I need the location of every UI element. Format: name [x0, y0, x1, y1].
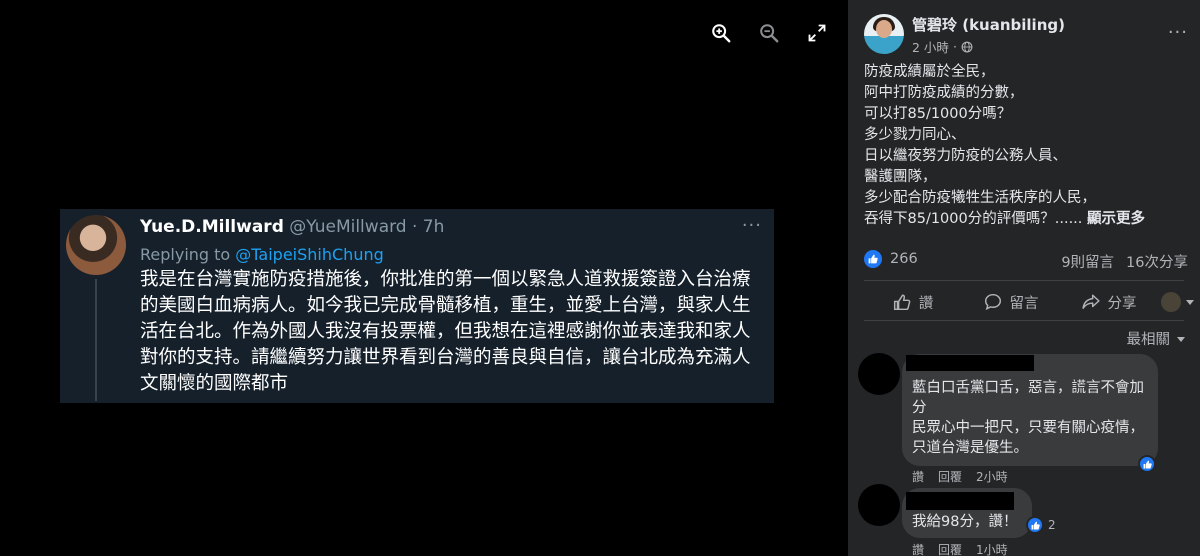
- post-line: 阿中打防疫成績的分數，: [864, 85, 1024, 101]
- comment-text: 藍白口舌黨口舌，惡言，謊言不會加分 民眾心中一把尺，只要有關心疫情，只道台灣是優…: [912, 380, 1144, 456]
- post-panel: 管碧玲 (kuanbiling) 2 小時 · ··· 防疫成績屬於全民， 阿中…: [848, 0, 1200, 556]
- post-line: 防疫成績屬於全民，: [864, 64, 995, 80]
- comment-time[interactable]: 2小時: [976, 468, 1008, 485]
- tweet-author-name: Yue.D.Millward: [140, 217, 284, 237]
- zoom-out-button[interactable]: [756, 20, 782, 46]
- tweet-more-icon: ···: [741, 215, 762, 236]
- comment-reply-link[interactable]: 回覆: [938, 541, 962, 556]
- replying-mention: @TaipeiShihChung: [235, 245, 384, 264]
- commenter-avatar[interactable]: [858, 353, 900, 395]
- comment-like-link[interactable]: 讚: [912, 468, 924, 485]
- reaction-profile-selector[interactable]: [1158, 288, 1198, 316]
- comment-label: 留言: [1009, 295, 1039, 312]
- post-actions: 讚 留言 分享: [864, 288, 1198, 316]
- tweet-screenshot: Yue.D.Millward @YueMillward · 7h ··· Rep…: [60, 209, 774, 403]
- post-line: 吞得下85/1000分的評價嗎？......: [864, 211, 1083, 227]
- thumbs-up-icon: [893, 294, 911, 311]
- replying-prefix: Replying to: [140, 245, 236, 264]
- poster-name[interactable]: 管碧玲 (kuanbiling): [912, 14, 1065, 35]
- chevron-down-icon: [1177, 336, 1185, 342]
- like-button[interactable]: 讚: [864, 288, 962, 316]
- like-reaction-icon: [864, 250, 882, 268]
- comment-actions: 讚 回覆 2小時: [912, 468, 1008, 485]
- fullscreen-icon: [808, 24, 826, 42]
- post-meta: 2 小時 ·: [912, 37, 973, 56]
- tweet-body: 我是在台灣實施防疫措施後，你批准的第一個以緊急人道救援簽證入台治療的美國白血病病…: [140, 269, 751, 394]
- like-label: 讚: [918, 295, 934, 312]
- sort-label: 最相關: [1126, 332, 1171, 348]
- post-line: 醫護團隊，: [864, 169, 937, 185]
- comments-count[interactable]: 9則留言: [1061, 251, 1114, 272]
- tweet-avatar: [66, 215, 126, 275]
- tweet-author-handle: @YueMillward · 7h: [289, 217, 445, 237]
- comment-text: 我給98分，讚！: [912, 514, 1018, 530]
- post-line: 日以繼夜努力防疫的公務人員、: [864, 148, 1067, 164]
- post-line: 多少戮力同心、: [864, 127, 966, 143]
- comment-icon: [984, 293, 1001, 311]
- share-label: 分享: [1107, 295, 1137, 312]
- comment-like-link[interactable]: 讚: [912, 541, 924, 556]
- globe-icon: [961, 41, 973, 52]
- comment-actions: 讚 回覆 1小時: [912, 541, 1008, 556]
- comment-reactions[interactable]: 2: [1026, 516, 1056, 534]
- like-reaction-icon: [1138, 455, 1156, 473]
- reaction-summary[interactable]: 266: [864, 250, 918, 268]
- chevron-down-icon: [1186, 300, 1194, 305]
- viewer-toolbar: [708, 20, 830, 46]
- photo-viewer: Yue.D.Millward @YueMillward · 7h ··· Rep…: [0, 0, 848, 556]
- post-text: 防疫成績屬於全民， 阿中打防疫成績的分數， 可以打85/1000分嗎？ 多少戮力…: [864, 62, 1194, 230]
- zoom-out-icon: [760, 24, 779, 43]
- post-time[interactable]: 2 小時: [912, 37, 949, 56]
- comment-button[interactable]: 留言: [962, 288, 1060, 316]
- comment-reactions[interactable]: [1138, 455, 1156, 473]
- comment-time[interactable]: 1小時: [976, 541, 1008, 556]
- zoom-in-icon: [712, 24, 731, 43]
- engagement-counts: 9則留言 16次分享: [1061, 251, 1188, 272]
- fullscreen-button[interactable]: [804, 20, 830, 46]
- thread-line: [95, 279, 97, 401]
- zoom-in-button[interactable]: [708, 20, 734, 46]
- comment-reply-link[interactable]: 回覆: [938, 468, 962, 485]
- divider: [864, 280, 1184, 281]
- post-line: 多少配合防疫犧牲生活秩序的人民，: [864, 190, 1096, 206]
- redacted-name: [906, 355, 1034, 371]
- tweet-replying-to: Replying to @TaipeiShihChung: [140, 245, 384, 264]
- comment-reaction-count: 2: [1048, 518, 1056, 532]
- post-options-icon[interactable]: ···: [1168, 22, 1188, 43]
- divider: [864, 320, 1184, 321]
- profile-avatar: [1161, 292, 1181, 312]
- post-line: 可以打85/1000分嗎？: [864, 106, 1012, 122]
- redacted-name: [906, 492, 1014, 510]
- poster-avatar[interactable]: [864, 14, 904, 54]
- shares-count[interactable]: 16次分享: [1126, 251, 1188, 272]
- share-icon: [1081, 294, 1100, 309]
- reaction-count: 266: [890, 251, 918, 267]
- comment-sort-dropdown[interactable]: 最相關: [1127, 328, 1187, 349]
- share-button[interactable]: 分享: [1060, 288, 1158, 316]
- commenter-avatar[interactable]: [858, 484, 900, 526]
- see-more-link[interactable]: 顯示更多: [1087, 211, 1145, 227]
- tweet-header: Yue.D.Millward @YueMillward · 7h: [140, 217, 444, 237]
- like-reaction-icon: [1026, 516, 1044, 534]
